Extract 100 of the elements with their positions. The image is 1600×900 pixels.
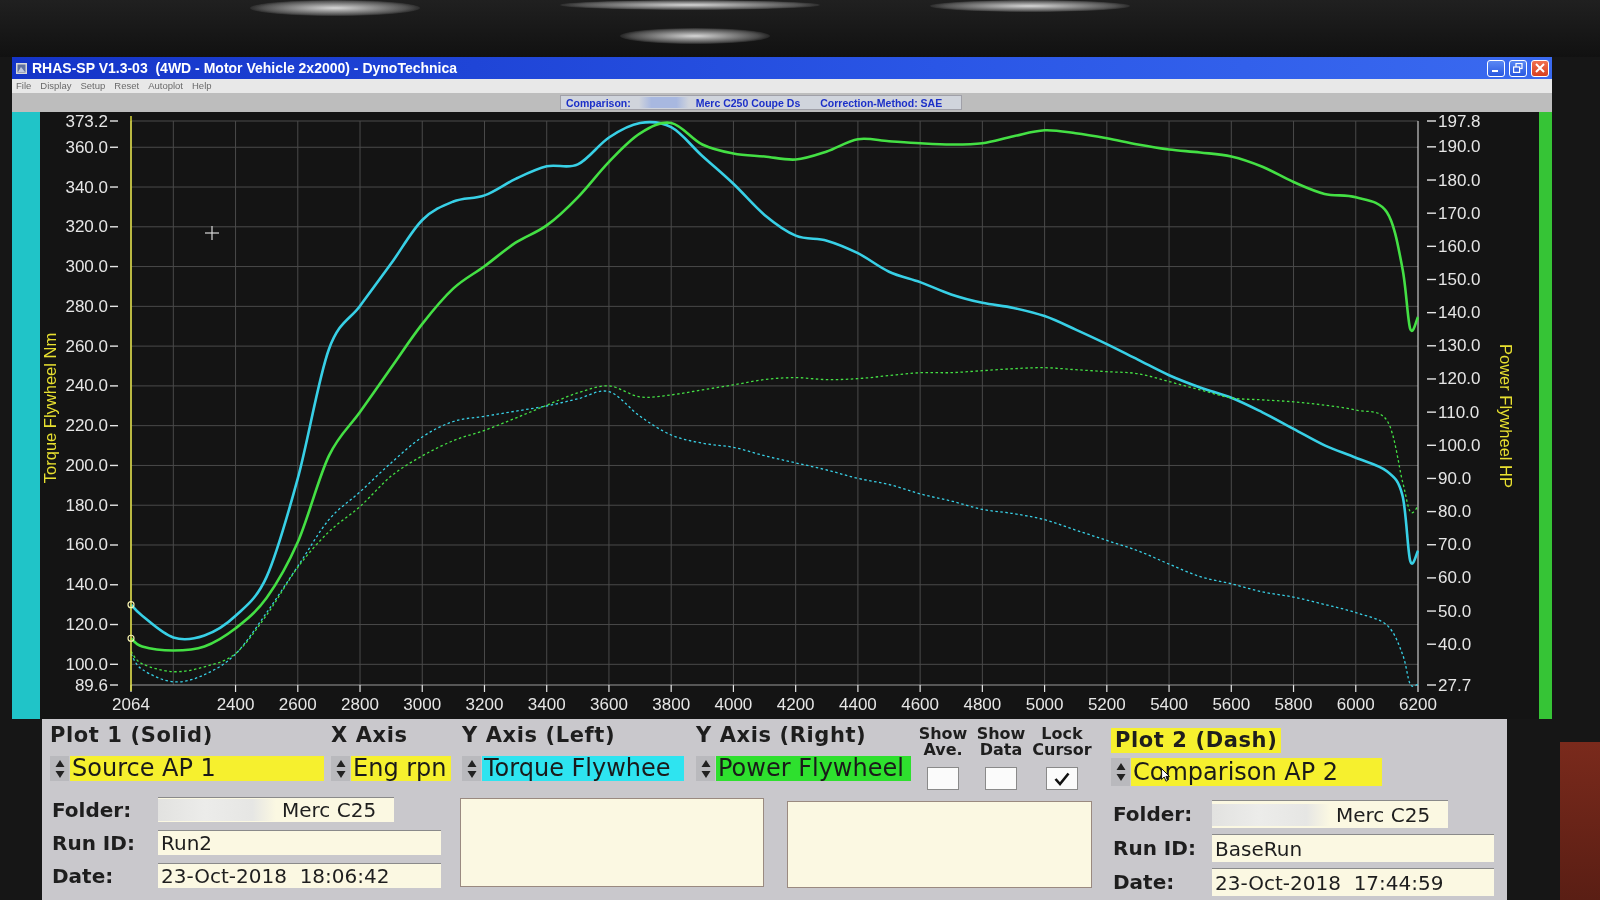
close-icon — [1535, 63, 1545, 73]
source-selector[interactable]: Source AP 1 — [70, 756, 324, 781]
vehicle-name: Merc C250 Coupe Ds — [695, 96, 801, 109]
x-tick-label: 3000 — [403, 695, 442, 714]
y-tick-label: 320.0 — [65, 217, 108, 237]
info-field[interactable]: 23-Oct-2018 18:06:42 — [158, 863, 441, 888]
plot-title: Plot 1 (Solid) — [50, 723, 213, 747]
y-axis-title: Torque Flywheel Nm — [41, 332, 59, 484]
spin-button[interactable] — [1111, 758, 1130, 786]
axis-selector[interactable]: Eng rpn — [351, 756, 451, 781]
x-tick-label: 2400 — [216, 695, 255, 714]
info-label: Date: — [51, 863, 115, 888]
close-button[interactable] — [1531, 59, 1549, 77]
right-tick-label: 140.0 — [1438, 303, 1481, 323]
info-label: Folder: — [51, 797, 133, 822]
y-tick-label: 220.0 — [65, 416, 108, 436]
spin-button[interactable] — [50, 756, 69, 781]
restore-button[interactable] — [1509, 59, 1527, 77]
info-field[interactable]: Merc C25 — [158, 797, 394, 822]
checkbox[interactable] — [1046, 767, 1078, 790]
right-tick-label: 80.0 — [1438, 502, 1472, 522]
spin-button[interactable] — [462, 756, 481, 781]
right-tick-label: 180.0 — [1438, 170, 1481, 190]
x-tick-label: 3800 — [652, 695, 691, 714]
y-tick-label: 360.0 — [65, 137, 108, 157]
menu-item[interactable]: Display — [40, 80, 72, 92]
comment-field[interactable] — [787, 801, 1092, 888]
window-title: RHAS-SP V1.3-03 (4WD - Motor Vehicle 2x2000) - DynoTechnica — [32, 60, 458, 76]
x-tick-label: 5400 — [1150, 695, 1188, 714]
option-label: Show Ave. — [917, 726, 969, 758]
info-label: Run ID: — [1112, 836, 1197, 860]
cursor-marker-icon — [127, 601, 135, 609]
menu-item[interactable]: Autoplot — [148, 80, 183, 92]
right-tick-label: 27.7 — [1438, 675, 1472, 695]
right-tick-label: 40.0 — [1438, 634, 1472, 654]
y-tick-label: 180.0 — [65, 495, 108, 515]
right-axis-title: Power Flywheel HP — [1497, 344, 1515, 488]
y-tick-label: 120.0 — [65, 615, 108, 635]
x-tick-label: 6200 — [1399, 695, 1437, 714]
axis-header: Y Axis (Right) — [696, 723, 867, 747]
x-tick-label: 3600 — [590, 695, 628, 714]
menu-item[interactable]: Help — [192, 80, 212, 92]
right-tick-label: 150.0 — [1438, 270, 1481, 289]
y-tick-label: 340.0 — [65, 177, 108, 197]
cursor-marker-icon — [127, 634, 135, 642]
right-tick-label: 60.0 — [1438, 568, 1472, 588]
info-field[interactable]: Run2 — [158, 830, 441, 855]
up-down-arrows-icon — [466, 758, 477, 779]
x-tick-label: 5000 — [1025, 695, 1064, 714]
option-label: Lock Cursor — [1031, 726, 1093, 758]
right-tick-label: 110.0 — [1438, 402, 1480, 422]
check-icon — [1054, 771, 1070, 786]
comparison-label: Comparison: — [566, 96, 631, 109]
x-tick-label: 2064 — [112, 695, 150, 714]
right-tick-label: 170.0 — [1438, 203, 1481, 223]
comment-field[interactable] — [460, 798, 764, 887]
y-tick-label: 160.0 — [65, 535, 108, 555]
correction-method: Correction-Method: SAE — [820, 96, 943, 109]
y-tick-label: 373.2 — [65, 112, 108, 131]
minimize-button[interactable] — [1487, 59, 1505, 77]
axis-selector[interactable]: Power Flywheel — [716, 756, 911, 781]
info-field[interactable]: BaseRun — [1212, 834, 1494, 862]
info-field[interactable]: Merc C25 — [1212, 800, 1448, 828]
app-icon — [16, 62, 27, 74]
checkbox[interactable] — [985, 767, 1017, 790]
right-tick-label: 160.0 — [1438, 236, 1481, 256]
menu-item[interactable]: Setup — [80, 80, 106, 92]
y-tick-label: 140.0 — [65, 575, 108, 595]
up-down-arrows-icon — [335, 758, 346, 779]
y-tick-label: 280.0 — [65, 296, 108, 316]
info-label: Folder: — [1112, 802, 1194, 826]
menu-item[interactable]: File — [16, 80, 32, 92]
right-tick-label: 100.0 — [1438, 435, 1481, 455]
info-field[interactable]: 23-Oct-2018 17:44:59 — [1212, 868, 1494, 896]
x-tick-label: 3400 — [527, 695, 566, 714]
y-tick-label: 300.0 — [65, 257, 108, 277]
plot-title: Plot 2 (Dash) — [1111, 728, 1282, 753]
y-tick-label: 260.0 — [65, 336, 108, 356]
menu-item[interactable]: Reset — [114, 80, 140, 92]
x-tick-label: 2600 — [278, 695, 317, 714]
y-tick-label: 200.0 — [65, 455, 108, 475]
x-tick-label: 2800 — [341, 695, 379, 714]
checkbox[interactable] — [927, 767, 959, 790]
x-tick-label: 4000 — [714, 695, 753, 714]
info-label: Date: — [1112, 870, 1176, 894]
x-tick-label: 5200 — [1087, 695, 1126, 714]
axis-selector[interactable]: Torque Flywhee — [482, 756, 684, 781]
right-tick-label: 50.0 — [1438, 601, 1472, 621]
info-label: Run ID: — [51, 830, 136, 855]
option-label: Show Data — [975, 726, 1027, 758]
spin-button[interactable] — [331, 756, 350, 781]
x-tick-label: 4800 — [963, 695, 1002, 714]
y-tick-label: 240.0 — [65, 376, 108, 396]
x-tick-label: 3200 — [465, 695, 504, 714]
axis-header: Y Axis (Left) — [462, 723, 616, 747]
x-tick-label: 4200 — [776, 695, 815, 714]
spin-button[interactable] — [696, 756, 715, 781]
right-tick-label: 120.0 — [1438, 369, 1481, 389]
x-tick-label: 6000 — [1336, 695, 1375, 714]
x-tick-label: 4400 — [839, 695, 877, 714]
